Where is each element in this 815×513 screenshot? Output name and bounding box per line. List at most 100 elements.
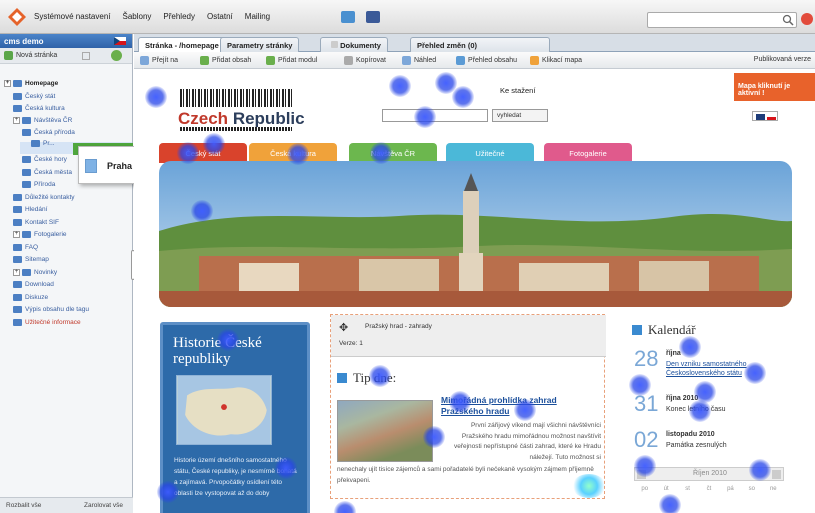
facebook-icon[interactable] [366,11,380,23]
event-date: října [666,350,681,357]
tree-item-label: Pr... [43,139,55,147]
tree-item[interactable]: Česká kultura [13,103,65,113]
collapse-all-link[interactable]: Zarolovat vše [84,502,123,509]
toolbar-item[interactable]: Přehled obsahu [456,56,517,65]
tree-item[interactable]: + Homepage [4,78,58,88]
site-logo[interactable]: Czech Republic [178,109,305,129]
tree-item[interactable]: Diskuze [13,292,48,302]
folder-icon [13,79,22,87]
nav-tab[interactable]: Užitečné [446,143,534,163]
tree-item-label: Homepage [25,79,59,87]
block-header: ✥ Pražský hrad - zahrady Verze: 1 [331,315,606,357]
tree-item-label: Fotogalerie [34,230,67,238]
czech-flag-icon[interactable] [767,114,776,120]
folder-icon [22,230,31,238]
expand-toggle-icon[interactable]: + [13,230,20,238]
menu-item[interactable]: Přehledy [163,12,195,21]
site-search-button[interactable]: vyhledat [492,109,548,122]
tree-item[interactable]: Hledání [13,204,47,214]
toolbar-item[interactable]: Přidat modul [266,56,317,65]
window-icon[interactable] [341,11,355,23]
czech-flag-icon[interactable] [114,37,126,45]
nav-tab[interactable]: Návštěva ČR [349,143,437,163]
menu-item[interactable]: Šablony [122,12,151,21]
expand-all-link[interactable]: Rozbalit vše [6,502,41,509]
article-title-link[interactable]: Mimořádná prohlídka zahrad Pražského hra… [441,395,599,417]
banner-image [159,161,792,307]
tree-item-label: Příroda [34,180,56,188]
weekday-label: st [685,486,690,492]
event-text: Konec letního času [666,406,726,413]
tree-item[interactable]: Download [13,279,54,289]
tree-item[interactable]: Český stát [13,91,55,101]
toolbar-item-icon [456,56,465,65]
menu-item[interactable]: Mailing [245,12,270,21]
toolbar-item[interactable]: Kopírovat [344,56,386,65]
tree-item-label: Česká příroda [34,128,75,136]
tree-item[interactable]: Pr... [31,138,55,148]
tree-item[interactable]: Sitemap [13,254,49,264]
expand-toggle-icon[interactable]: + [13,116,20,124]
editable-content-block[interactable]: ✥ Pražský hrad - zahrady Verze: 1 Tip dn… [330,314,606,499]
move-icon[interactable]: ✥ [339,321,348,334]
next-month-icon[interactable] [772,470,781,479]
nav-tab[interactable]: Český stát [159,143,247,163]
toolbar-item[interactable]: Přejít na [140,56,178,65]
published-version-button[interactable]: Publikovaná verze [754,56,811,63]
article-text: První zářijový víkend mají všichni návšt… [453,422,601,461]
tree-item[interactable]: Užitečné informace [13,317,81,327]
tab-documents[interactable]: Dokumenty [320,37,388,52]
tree-item[interactable]: + Novinky [13,267,57,277]
tree-item[interactable]: Výpis obsahu dle tagu [13,304,89,314]
search-input[interactable] [647,12,797,28]
nav-tab[interactable]: Česká kultura [249,143,337,163]
prev-month-icon[interactable] [637,470,646,479]
site-search-field[interactable] [382,109,488,122]
folder-icon [13,305,22,313]
tree-item[interactable]: + Návštěva ČR [13,115,72,125]
tab-page[interactable]: Stránka - /homepage [138,37,226,52]
site-selector[interactable]: cms demo [0,34,132,48]
tree-item[interactable]: Česká města [22,167,72,177]
event-text[interactable]: Den vzniku samostatného Československého… [666,360,786,378]
tree-item[interactable]: České hory [22,154,67,164]
menu-item[interactable]: Systémové nastavení [34,12,110,21]
search-icon[interactable] [782,14,794,26]
menu-item[interactable]: Ostatní [207,12,233,21]
power-icon[interactable] [801,13,813,25]
calendar-icon [632,325,642,335]
history-box[interactable]: Historie České republiky Historie území … [160,322,310,513]
toolbar-item[interactable]: Přidat obsah [200,56,251,65]
collapse-icon[interactable] [82,52,90,60]
tree-item[interactable]: Česká příroda [22,127,75,137]
toolbar-item-icon [140,56,149,65]
refresh-icon[interactable] [111,50,122,61]
expand-toggle-icon[interactable]: + [13,268,20,276]
tree-item-label: Kontakt SIF [25,218,59,226]
page-toolbar: Publikovaná verze Přejít na Přidat obsah P… [134,52,815,69]
tree-item[interactable]: Příroda [22,179,55,189]
tree-item[interactable]: FAQ [13,242,38,252]
tab-changes[interactable]: Přehled změn (0) [410,37,550,52]
toolbar-item[interactable]: Náhled [402,56,436,65]
calendar-navigation: Říjen 2010 [634,467,784,481]
history-title: Historie České republiky [173,335,262,367]
article-image[interactable] [337,400,433,462]
toolbar-item[interactable]: Klikací mapa [530,56,582,65]
folder-icon [13,243,22,251]
new-page-button[interactable]: Nová stránka [16,52,57,59]
folder-icon [31,139,40,147]
tab-page-params[interactable]: Parametry stránky [220,37,300,52]
tree-item[interactable]: Kontakt SIF [13,217,59,227]
weekday-label: po [641,486,649,492]
tree-item[interactable]: Důležité kontakty [13,192,75,202]
tree-item[interactable]: + Fotogalerie [13,229,67,239]
toolbar-item-icon [402,56,411,65]
expand-toggle-icon[interactable]: + [4,79,11,87]
nav-tab[interactable]: Fotogalerie [544,143,632,163]
page-preview: Mapa kliknutí je aktivní ! Czech Republi… [134,69,815,513]
english-flag-icon[interactable] [756,114,765,120]
app-logo-icon[interactable] [8,8,26,26]
language-switcher[interactable] [752,111,778,121]
downloads-link[interactable]: Ke stažení [500,86,535,95]
